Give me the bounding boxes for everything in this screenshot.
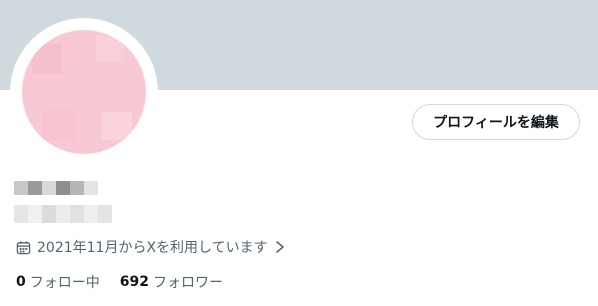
avatar[interactable]: [22, 30, 146, 154]
avatar-pixel: [42, 110, 76, 140]
avatar-frame: [10, 18, 158, 166]
avatar-pixel: [32, 44, 62, 74]
avatar-pixel: [96, 36, 124, 62]
chevron-right-icon: [274, 240, 286, 254]
follow-stats: 0 フォロー中 692 フォロワー: [16, 272, 223, 292]
calendar-icon: [16, 240, 31, 255]
followers-link[interactable]: 692 フォロワー: [120, 272, 223, 292]
joined-date[interactable]: 2021年11月からXを利用しています: [16, 237, 286, 257]
profile-page: プロフィールを編集 2021年11月からXを利用しています 0 フォロー中 69…: [0, 0, 598, 306]
username-redacted: [14, 205, 112, 223]
following-count: 0: [16, 274, 26, 290]
following-label: フォロー中: [29, 275, 100, 291]
display-name-redacted: [14, 181, 104, 195]
following-link[interactable]: 0 フォロー中: [16, 272, 100, 292]
avatar-pixel: [102, 112, 132, 140]
followers-count: 692: [119, 274, 149, 290]
joined-label: 2021年11月からXを利用しています: [37, 240, 268, 256]
edit-profile-button[interactable]: プロフィールを編集: [412, 104, 580, 140]
followers-label: フォロワー: [152, 275, 223, 291]
